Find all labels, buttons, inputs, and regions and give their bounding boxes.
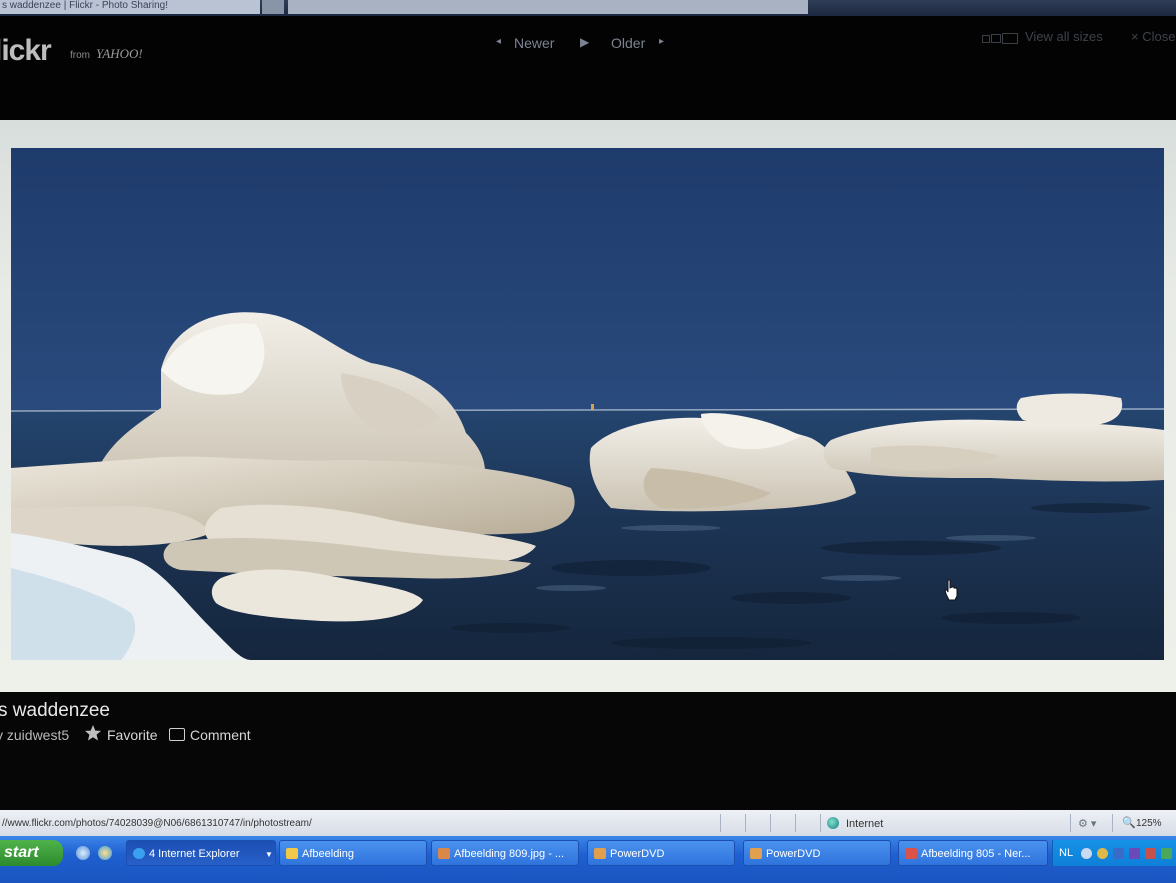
tray-player-icon[interactable] [1129,848,1140,859]
task-label: Afbeelding 805 - Ner... [921,848,1031,860]
powerdvd-icon [750,848,762,859]
internet-zone-icon [827,817,839,829]
image-editor-icon [438,848,450,859]
newer-arrow-icon[interactable]: ◂ [496,36,501,47]
task-label: PowerDVD [766,848,821,860]
taskbar-button-afbeelding-805[interactable]: Afbeelding 805 - Ner... [898,840,1048,866]
start-button[interactable]: start [0,840,63,866]
task-label: PowerDVD [610,848,665,860]
nero-icon [905,848,917,859]
browser-status-bar: //www.flickr.com/photos/74028039@N06/686… [0,810,1176,836]
task-label: Afbeelding [302,848,354,860]
status-divider [770,814,771,832]
titlebar-segment [288,0,808,14]
logo-from-text: from [70,50,90,61]
taskbar-button-afbeelding[interactable]: Afbeelding [279,840,427,866]
taskbar-button-internet-explorer[interactable]: 4 Internet Explorer [126,840,276,866]
play-icon[interactable]: ▶ [580,35,589,49]
status-divider [1112,814,1113,832]
tray-expand-icon[interactable] [1081,848,1092,859]
language-indicator[interactable]: NL [1059,847,1073,859]
folder-icon [286,848,298,859]
status-divider [745,814,746,832]
waddenzee-ice-image [11,148,1164,660]
task-label: Afbeelding 809.jpg - ... [454,848,565,860]
titlebar-segment [262,0,284,14]
powerdvd-icon [594,848,606,859]
photo-owner-link[interactable]: y zuidwest5 [0,727,69,743]
star-icon[interactable] [84,724,102,745]
hand-cursor-icon [944,579,958,601]
view-all-sizes-link[interactable]: View all sizes [1025,29,1103,44]
status-divider [795,814,796,832]
task-label: 4 Internet Explorer [149,848,240,860]
comment-icon[interactable] [169,728,185,741]
older-link[interactable]: Older [611,35,645,51]
ie-icon [133,848,145,859]
browser-titlebar: s waddenzee | Flickr - Photo Sharing! [0,0,1176,16]
view-sizes-icon[interactable] [982,33,1018,44]
zoom-level[interactable]: 125% [1136,818,1162,829]
close-link[interactable]: × Close [1131,29,1175,44]
photo-caption-area: s waddenzee y zuidwest5 Favorite Comment [0,692,1176,810]
taskbar-button-powerdvd[interactable]: PowerDVD [587,840,735,866]
yahoo-logo: YAHOO! [96,46,143,61]
older-arrow-icon[interactable]: ▸ [659,36,664,47]
quicklaunch-ie-icon[interactable] [98,846,112,860]
tray-network-icon[interactable] [1145,848,1156,859]
photo-title: s waddenzee [0,700,110,721]
flickr-logo[interactable]: lickr [0,34,52,68]
tray-app-icon[interactable] [1097,848,1108,859]
protected-mode-icon[interactable]: ⚙ ▾ [1078,817,1096,830]
status-divider [720,814,721,832]
quicklaunch-desktop-icon[interactable] [76,846,90,860]
taskbar-button-afbeelding-809[interactable]: Afbeelding 809.jpg - ... [431,840,579,866]
status-divider [1070,814,1071,832]
status-url: //www.flickr.com/photos/74028039@N06/686… [2,818,312,829]
favorite-button[interactable]: Favorite [107,727,158,743]
system-tray: NL [1052,840,1176,866]
windows-taskbar: start 4 Internet Explorer ▼ Afbeelding A… [0,836,1176,883]
security-zone-label: Internet [846,818,884,830]
status-divider [820,814,821,832]
zoom-icon[interactable]: 🔍 [1122,816,1136,829]
newer-link[interactable]: Newer [514,35,554,51]
lightbox-header: lickr from YAHOO! ◂ Newer ▶ Older ▸ View… [0,16,1176,120]
main-photo[interactable] [11,148,1164,660]
tray-media-icon[interactable] [1113,848,1124,859]
comment-button[interactable]: Comment [190,727,251,743]
group-arrow-icon[interactable]: ▼ [265,850,273,859]
taskbar-button-powerdvd-2[interactable]: PowerDVD [743,840,891,866]
window-title: s waddenzee | Flickr - Photo Sharing! [0,0,260,14]
tray-volume-icon[interactable] [1161,848,1172,859]
